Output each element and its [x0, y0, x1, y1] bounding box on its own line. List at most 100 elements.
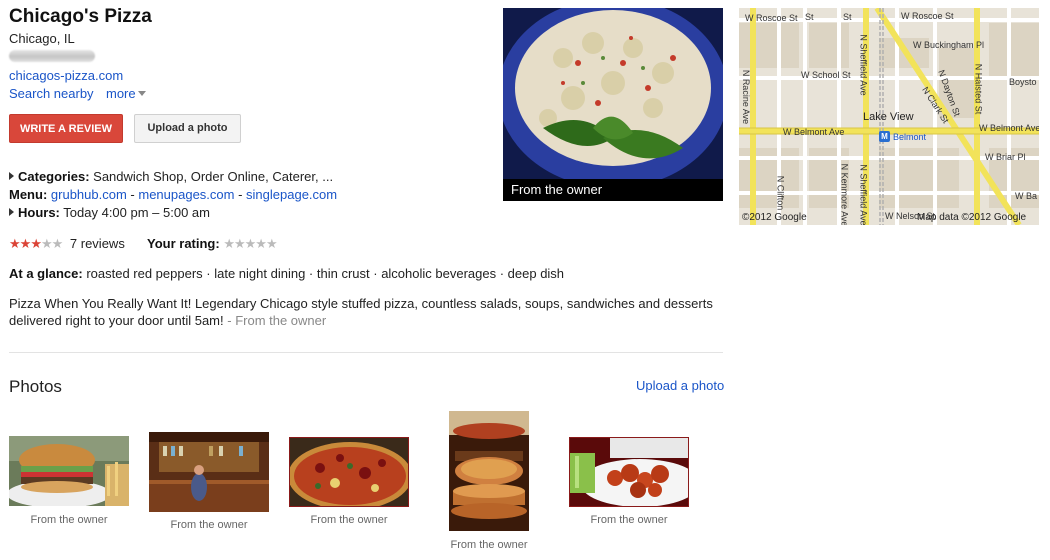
star-icon[interactable]: ★	[223, 236, 235, 251]
burger-image	[9, 436, 129, 506]
average-rating-stars: ★★★★★	[9, 236, 64, 251]
menu-label: Menu:	[9, 187, 48, 202]
categories-label: Categories:	[18, 169, 90, 184]
rating-row: ★★★★★ 7 reviews	[9, 236, 125, 252]
bar-interior-image	[149, 432, 269, 512]
star-icon[interactable]: ★	[255, 236, 267, 251]
photo-caption: From the owner	[310, 514, 388, 526]
menu-row: Menu: grubhub.com - menupages.com - sing…	[9, 187, 337, 202]
glance-label: At a glance:	[9, 266, 83, 281]
description-source: From the owner	[235, 313, 327, 328]
glance-sep: ·	[369, 266, 382, 281]
glance-item: thin crust	[316, 266, 370, 281]
street-label: St	[805, 12, 814, 22]
star-icon[interactable]: ★	[245, 236, 257, 251]
photo-thumb-wings[interactable]	[569, 437, 689, 507]
star-icon: ★	[30, 236, 42, 251]
business-name: Chicago's Pizza	[9, 6, 152, 27]
description: Pizza When You Really Want It! Legendary…	[9, 295, 725, 329]
star-icon: ★	[51, 236, 64, 251]
search-nearby-link[interactable]: Search nearby	[9, 86, 94, 101]
description-text: Pizza When You Really Want It! Legendary…	[9, 296, 713, 328]
street-label: St	[843, 12, 852, 22]
station-label: Belmont	[893, 132, 927, 142]
star-icon[interactable]: ★	[266, 236, 278, 251]
star-icon: ★	[40, 236, 53, 251]
street-label: N Halsted St	[973, 63, 984, 115]
more-label: more	[106, 86, 136, 101]
chicken-wings-image	[570, 438, 688, 506]
section-divider	[9, 352, 723, 353]
street-label: W Roscoe St	[745, 13, 798, 23]
star-icon[interactable]: ★	[234, 236, 246, 251]
menu-link-grubhub[interactable]: grubhub.com	[51, 187, 127, 202]
main-photo-caption: From the owner	[503, 179, 723, 201]
at-a-glance: At a glance: roasted red peppers · late …	[9, 266, 564, 281]
street-label: W Ba	[1015, 191, 1038, 201]
neighborhood-label: Lake View	[863, 111, 914, 123]
menu-separator: -	[234, 187, 247, 202]
expand-arrow-icon[interactable]	[9, 172, 14, 180]
hours-label: Hours:	[18, 205, 60, 220]
street-label: W Briar Pl	[985, 152, 1026, 162]
hours-row[interactable]: Hours: Today 4:00 pm – 5:00 am	[9, 205, 210, 220]
glance-item: roasted red peppers	[86, 266, 203, 281]
hours-value: Today 4:00 pm – 5:00 am	[63, 205, 210, 220]
main-photo[interactable]: From the owner	[503, 8, 723, 201]
photo-thumb-deep-dish[interactable]	[449, 411, 529, 531]
photos-heading: Photos	[9, 377, 62, 396]
menu-link-menupages[interactable]: menupages.com	[138, 187, 234, 202]
categories-value: Sandwich Shop, Order Online, Caterer, ..…	[93, 169, 334, 184]
glance-item: late night dining	[214, 266, 306, 281]
map-copyright: ©2012 Google	[742, 212, 807, 223]
your-rating-stars[interactable]: ★★★★★	[223, 236, 278, 251]
categories-row[interactable]: Categories: Sandwich Shop, Order Online,…	[9, 169, 333, 184]
map-data-attribution: Map data ©2012 Google	[917, 212, 1027, 223]
street-label: W School St	[801, 70, 851, 80]
photo-caption: From the owner	[450, 539, 528, 551]
reviews-count-link[interactable]: 7 reviews	[70, 236, 125, 251]
pizza-image	[290, 438, 408, 506]
street-label: W Belmont Ave	[783, 127, 845, 137]
location-map[interactable]: W Roscoe St W Roscoe St W Buckingham Pl …	[739, 8, 1039, 225]
glance-sep: ·	[202, 266, 215, 281]
street-label: W Buckingham Pl	[913, 40, 985, 50]
expand-arrow-icon[interactable]	[9, 208, 14, 216]
chevron-down-icon	[137, 91, 146, 96]
description-separator: -	[223, 313, 236, 328]
upload-photo-link[interactable]: Upload a photo	[636, 378, 724, 393]
photo-caption: From the owner	[30, 514, 108, 526]
menu-link-singlepage[interactable]: singlepage.com	[246, 187, 337, 202]
photo-thumb-bar[interactable]	[149, 432, 269, 512]
pasta-salad-image	[503, 8, 723, 201]
your-rating-label: Your rating:	[147, 236, 220, 251]
website-link[interactable]: chicagos-pizza.com	[9, 68, 123, 83]
street-label: W Roscoe St	[901, 11, 954, 21]
menu-separator: -	[126, 187, 139, 202]
street-label: N Sheffield Ave	[858, 34, 869, 96]
star-icon: ★	[19, 236, 32, 251]
street-label: N Racine Ave	[741, 69, 752, 125]
glance-sep: ·	[305, 266, 317, 281]
redacted-phone	[9, 50, 95, 62]
street-label: Boysto	[1009, 77, 1037, 87]
glance-item: deep dish	[507, 266, 565, 281]
glance-item: alcoholic beverages	[381, 266, 497, 281]
street-label: N Clifton	[775, 175, 786, 211]
business-city: Chicago, IL	[9, 31, 75, 46]
upload-photo-button[interactable]: Upload a photo	[134, 114, 241, 143]
photo-caption: From the owner	[170, 519, 248, 531]
street-label: N Kenmore Ave	[839, 163, 850, 225]
glance-sep: ·	[496, 266, 508, 281]
your-rating-row: Your rating: ★★★★★	[147, 236, 278, 252]
star-icon: ★	[9, 236, 21, 251]
more-dropdown[interactable]: more	[106, 86, 146, 101]
photo-caption: From the owner	[590, 514, 668, 526]
street-label: N Sheffield Ave	[858, 164, 869, 225]
metro-station-icon: M	[879, 131, 890, 142]
write-review-button[interactable]: WRITE A REVIEW	[9, 114, 123, 143]
photo-thumb-pizza[interactable]	[289, 437, 409, 507]
deep-dish-image	[449, 411, 529, 531]
photo-thumb-burger[interactable]	[9, 436, 129, 506]
street-label: W Belmont Ave	[979, 123, 1039, 133]
